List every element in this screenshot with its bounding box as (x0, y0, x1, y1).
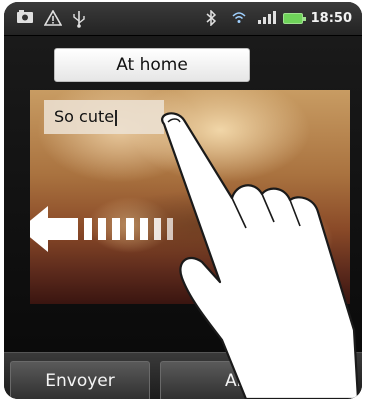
status-bar: 18:50 (4, 2, 362, 36)
send-button[interactable]: Envoyer (10, 361, 150, 399)
bluetooth-icon (205, 9, 223, 27)
caption-text: So cute (54, 107, 115, 126)
signal-icon (257, 10, 276, 26)
pointing-hand-icon (161, 112, 360, 399)
clock: 18:50 (310, 10, 352, 26)
title-field[interactable]: At home (54, 48, 250, 82)
phone-screen: 18:50 At home So cute Envoyer Annuler (4, 2, 362, 399)
battery-icon (282, 12, 306, 24)
caption-input[interactable]: So cute (44, 100, 164, 134)
photo-icon (16, 10, 34, 26)
warning-icon (43, 9, 63, 26)
text-cursor (115, 109, 118, 126)
usb-icon (72, 10, 90, 28)
wifi-icon (231, 10, 249, 26)
